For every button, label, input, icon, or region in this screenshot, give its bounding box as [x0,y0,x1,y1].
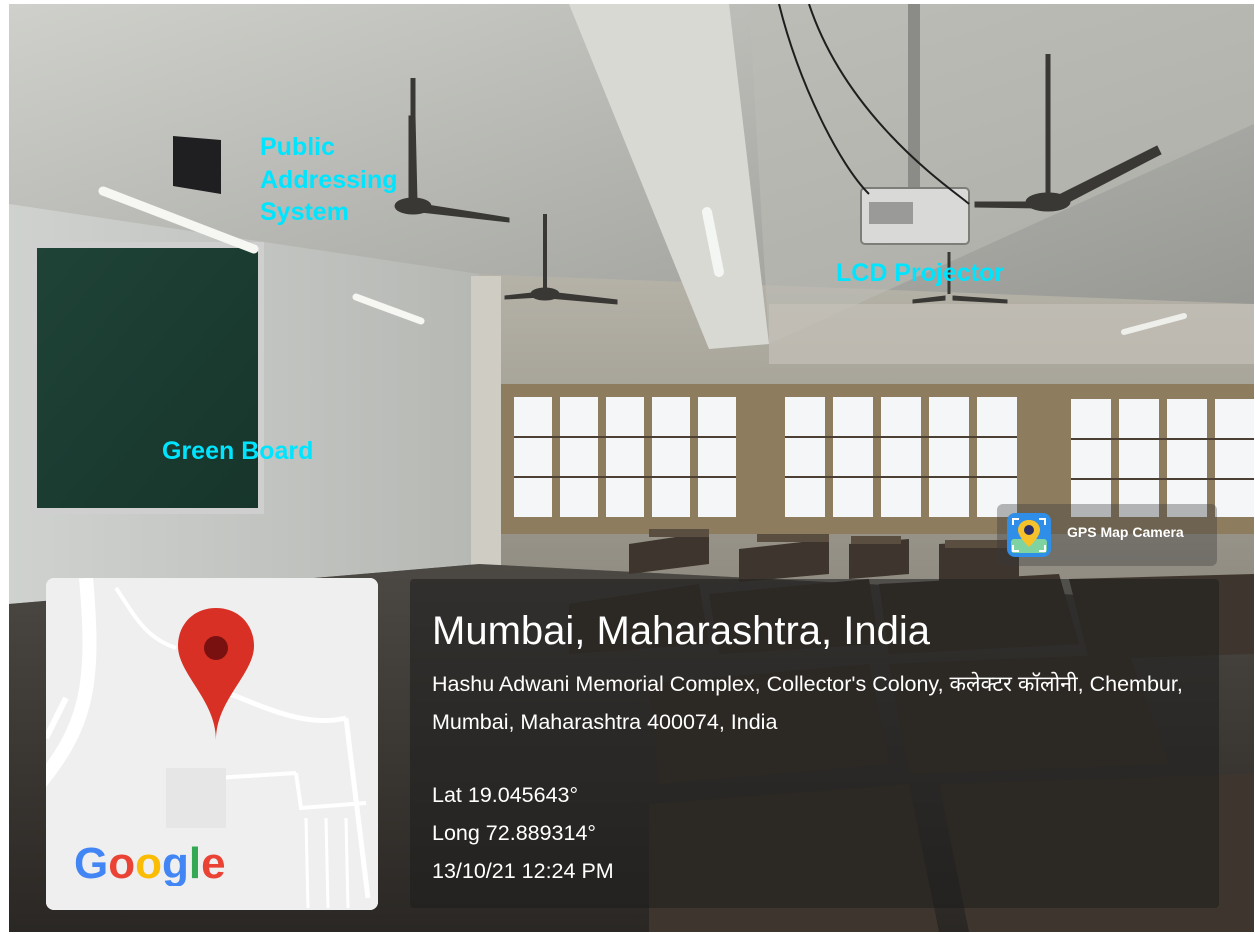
classroom-photo: Public Addressing System Green Board LCD… [9,4,1254,932]
location-info-panel: Mumbai, Maharashtra, India Hashu Adwani … [410,579,1219,908]
lcd-projector-label: LCD Projector [836,259,1005,287]
location-map-thumbnail: Google [46,578,378,910]
map-pin-icon [178,608,254,740]
timestamp-text: 13/10/21 12:24 PM [432,859,614,883]
public-addressing-system-label: Public Addressing System [260,133,398,226]
gps-map-camera-label: GPS Map Camera [1067,524,1184,540]
street-address: Hashu Adwani Memorial Complex, Collector… [432,672,1183,734]
longitude-text: Long 72.889314° [432,821,597,845]
latitude-text: Lat 19.045643° [432,783,579,807]
google-logo: Google [74,839,226,886]
green-board-label: Green Board [162,437,314,465]
place-title: Mumbai, Maharashtra, India [432,609,931,653]
gps-map-camera-app-icon [1007,513,1051,557]
gps-map-camera-watermark: GPS Map Camera [997,504,1217,566]
svg-text:Google: Google [74,839,226,886]
